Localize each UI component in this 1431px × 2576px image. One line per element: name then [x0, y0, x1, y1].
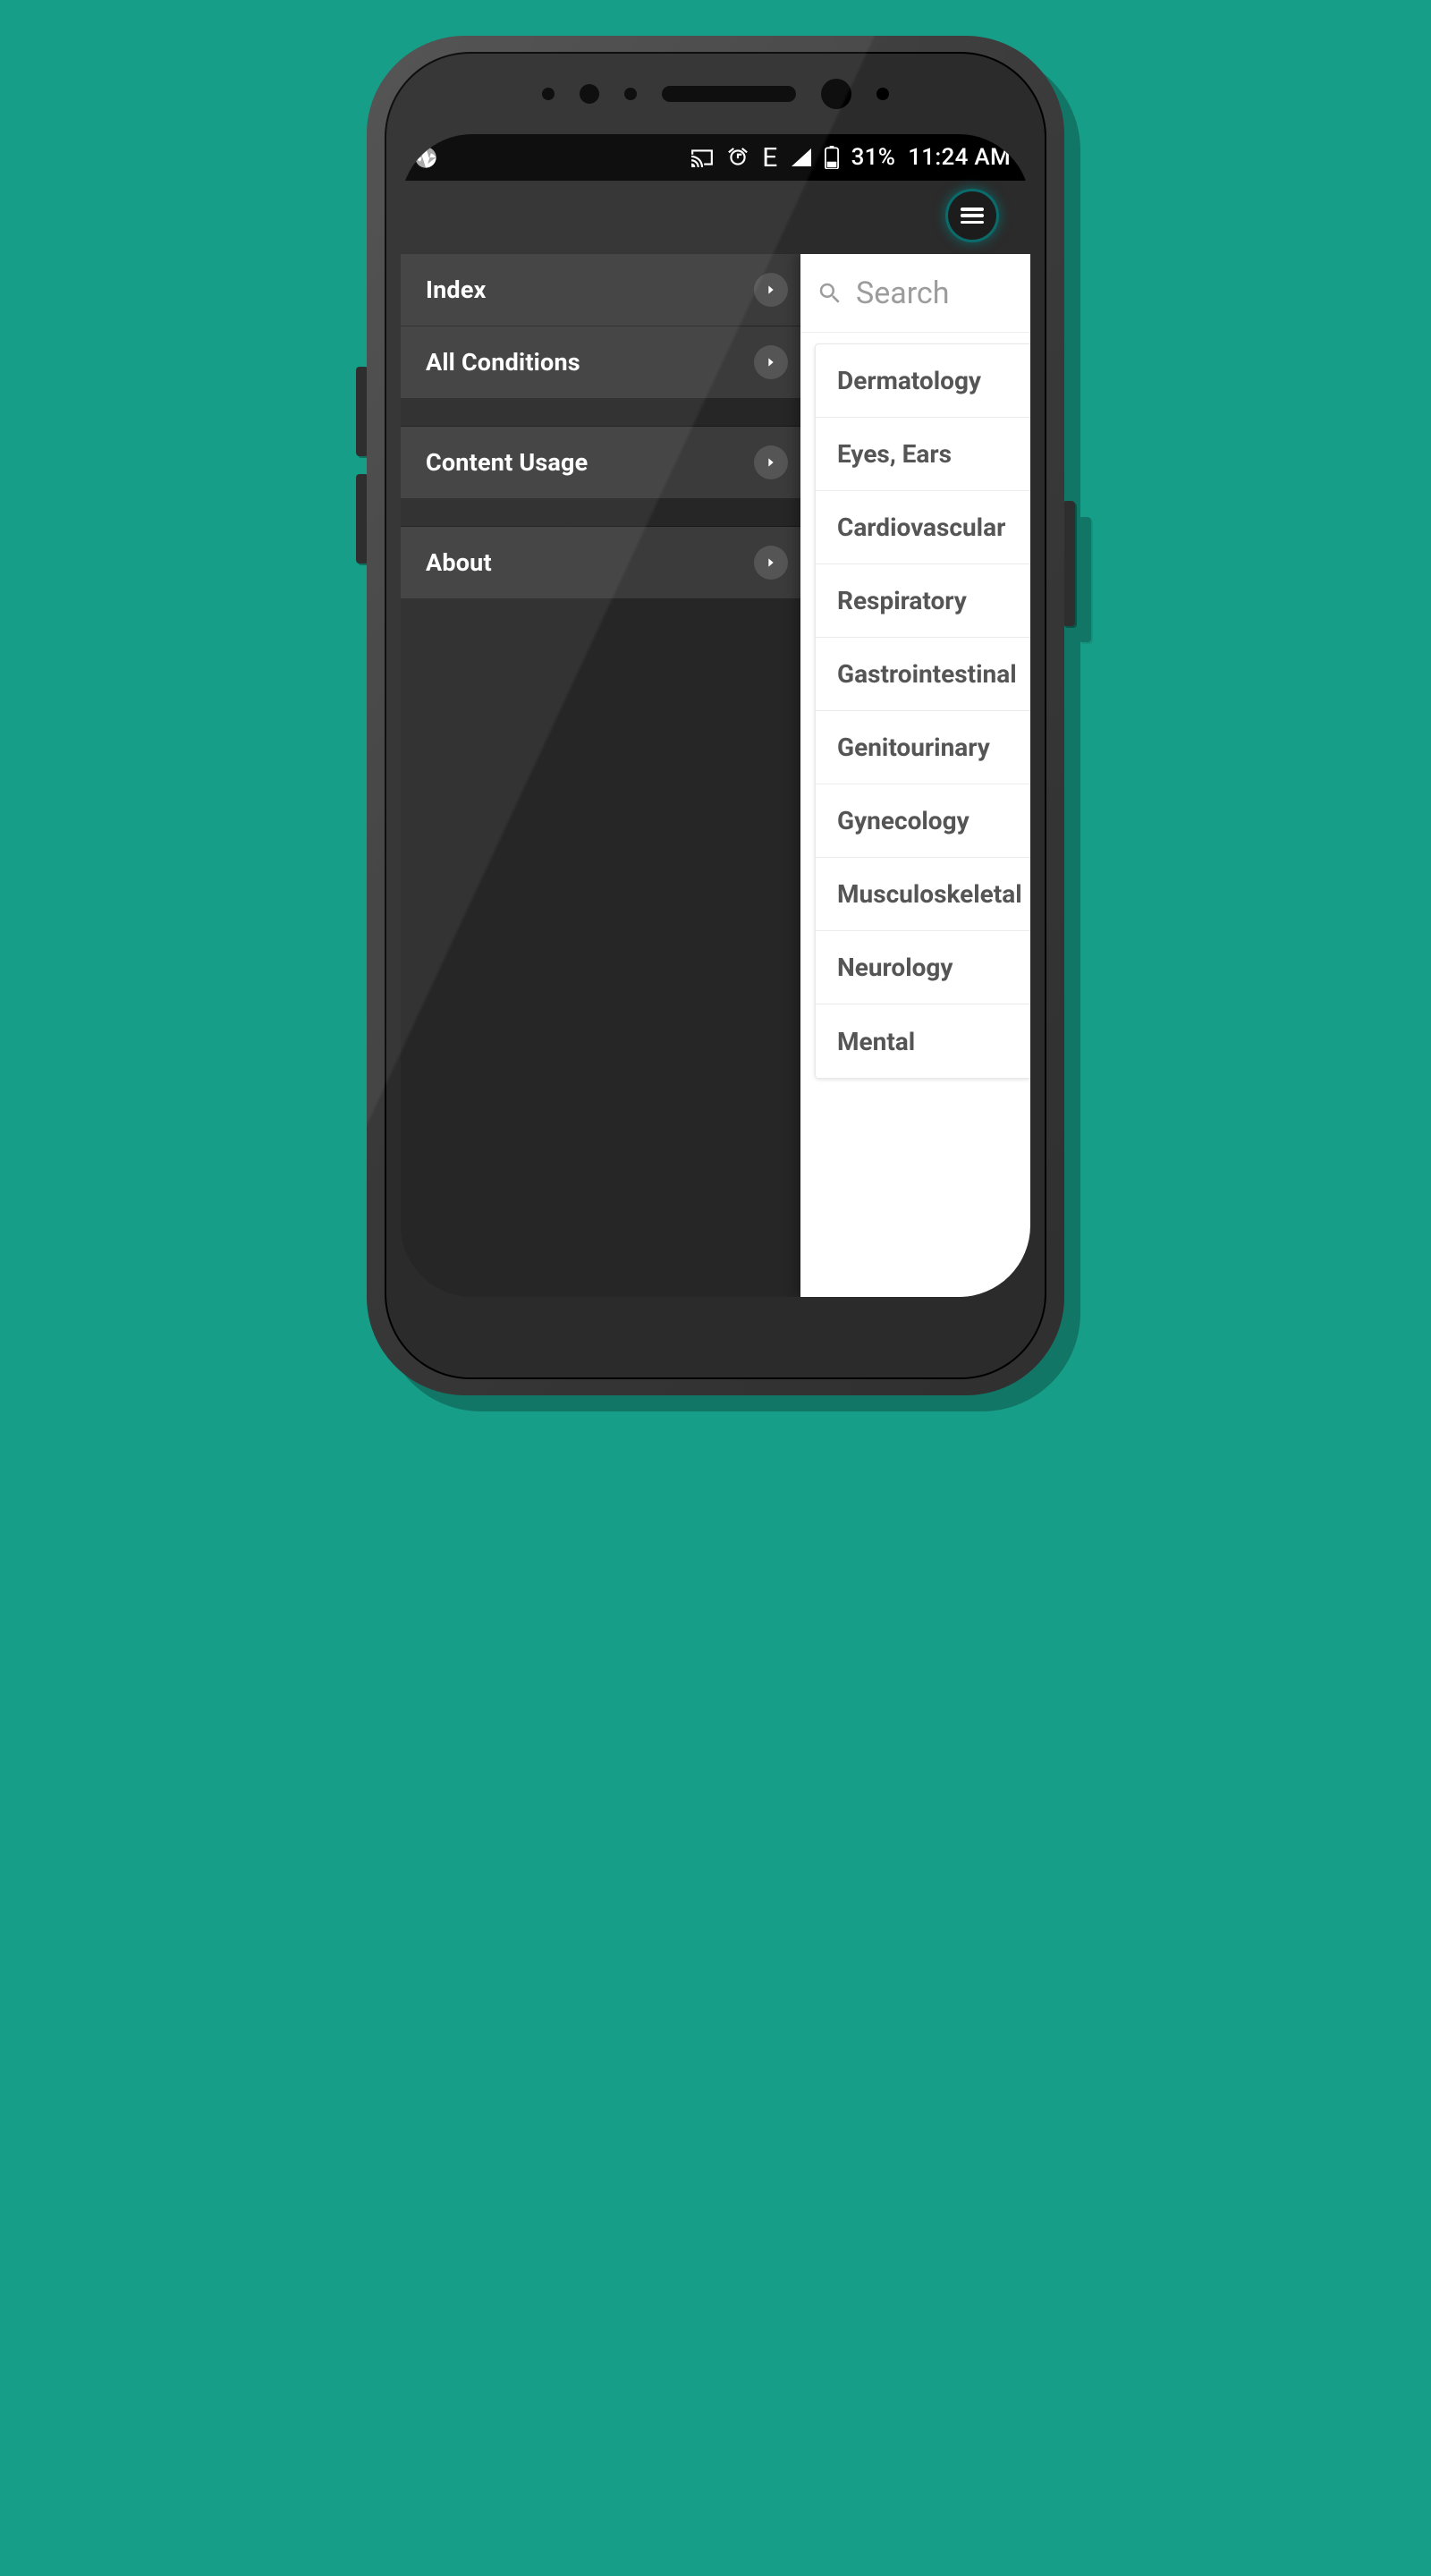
alarm-icon [726, 146, 749, 169]
aperture-icon [413, 145, 438, 170]
list-item[interactable]: Respiratory [816, 564, 1030, 638]
list-item-label: Respiratory [837, 586, 967, 615]
list-item[interactable]: Dermatology [816, 344, 1030, 418]
menu-button[interactable] [948, 191, 996, 240]
chevron-right-icon [754, 345, 788, 379]
list-item[interactable]: Eyes, Ears [816, 418, 1030, 491]
content-page: Search Dermatology Eyes, Ears Cardiovasc… [800, 254, 1030, 1297]
search-placeholder: Search [856, 275, 949, 311]
list-item-label: Gastrointestinal [837, 659, 1017, 689]
network-type: E [762, 142, 777, 174]
list-item[interactable]: Musculoskeletal [816, 858, 1030, 931]
cast-icon [690, 148, 714, 167]
drawer-item-label: About [426, 548, 492, 577]
phone-frame: Index All Conditions Co [367, 36, 1064, 1395]
drawer-item-label: All Conditions [426, 348, 580, 377]
list-item-label: Genitourinary [837, 733, 990, 762]
drawer-item-label: Index [426, 275, 487, 304]
drawer-item-index[interactable]: Index [401, 254, 800, 326]
list-item[interactable]: Gynecology [816, 784, 1030, 858]
list-item[interactable]: Mental [816, 1004, 1030, 1078]
search-icon [817, 280, 843, 307]
drawer-item-content-usage[interactable]: Content Usage [401, 427, 800, 499]
list-item[interactable]: Neurology [816, 931, 1030, 1004]
nav-drawer: Index All Conditions Co [401, 134, 800, 1297]
screen: Index All Conditions Co [401, 134, 1030, 1297]
signal-icon [791, 148, 812, 167]
list-item[interactable]: Cardiovascular [816, 491, 1030, 564]
chevron-right-icon [754, 273, 788, 307]
battery-percent: 31% [851, 144, 896, 171]
list-item-label: Mental [837, 1027, 915, 1056]
list-item-label: Cardiovascular [837, 513, 1005, 542]
chevron-right-icon [754, 546, 788, 580]
power-button[interactable] [1063, 501, 1075, 626]
clock-time: 11:24 AM [908, 144, 1011, 171]
list-item-label: Dermatology [837, 366, 981, 395]
drawer-item-all-conditions[interactable]: All Conditions [401, 326, 800, 399]
drawer-item-label: Content Usage [426, 448, 588, 477]
list-item-label: Gynecology [837, 806, 970, 835]
search-input[interactable]: Search [800, 254, 1030, 333]
list-item-label: Eyes, Ears [837, 439, 952, 469]
list-item[interactable]: Genitourinary [816, 711, 1030, 784]
battery-icon [825, 146, 839, 169]
chevron-right-icon [754, 445, 788, 479]
category-list: Dermatology Eyes, Ears Cardiovascular Re… [815, 343, 1030, 1078]
list-item[interactable]: Gastrointestinal [816, 638, 1030, 711]
list-item-label: Neurology [837, 953, 953, 982]
list-item-label: Musculoskeletal [837, 879, 1022, 909]
drawer-item-about[interactable]: About [401, 527, 800, 599]
app-bar [401, 181, 1030, 254]
hamburger-icon [961, 208, 984, 224]
sensor-cluster [367, 79, 1064, 109]
status-bar: E 31% 11:24 AM [401, 134, 1030, 181]
